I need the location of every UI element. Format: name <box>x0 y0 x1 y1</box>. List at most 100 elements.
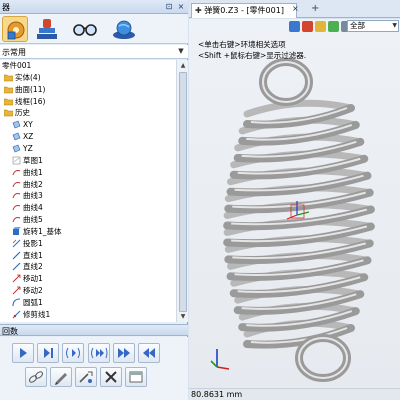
pin-icon: ✚ <box>195 6 202 15</box>
scroll-thumb[interactable] <box>179 72 187 312</box>
tree-item[interactable]: 曲线1 <box>0 167 176 178</box>
paint-icon[interactable] <box>315 21 326 32</box>
delete-button[interactable] <box>100 367 122 387</box>
tree-item-label: 曲线4 <box>23 203 43 213</box>
tree-item[interactable]: 直线2 <box>0 261 176 272</box>
tree-item[interactable]: YZ <box>0 143 176 154</box>
tree-item-label: 移动1 <box>23 274 43 284</box>
replay-icon <box>66 347 80 359</box>
tree-item[interactable]: 实体(4) <box>0 72 176 83</box>
curve-icon <box>12 191 21 200</box>
folder-icon <box>3 85 14 94</box>
tree-item[interactable]: 草图1 <box>0 155 176 166</box>
replay-button[interactable] <box>62 343 84 363</box>
tree-item-label: 实体(4) <box>15 72 41 82</box>
scroll-up-icon[interactable]: ▲ <box>178 61 188 70</box>
edit-button[interactable] <box>50 367 72 387</box>
3d-viewport[interactable]: 全部 ▼ <单击右键>环境相关选项 <Shift +鼠标右键>显示过滤器. 80… <box>189 19 400 400</box>
chevron-down-icon[interactable]: ▼ <box>176 46 186 57</box>
tree-item-label: 草图1 <box>23 155 43 165</box>
globe-icon <box>113 20 135 39</box>
tree-item[interactable]: 直线1 <box>0 250 176 261</box>
tree-item-label: 线框(16) <box>15 96 46 106</box>
tree-item-label: 直线1 <box>23 250 43 260</box>
tree-item-label: 曲线2 <box>23 179 43 189</box>
tree-item-label: 投影1 <box>23 238 43 248</box>
line-icon <box>12 251 21 260</box>
filter-value: 示常用 <box>2 48 26 57</box>
center-axis-y <box>296 211 310 216</box>
chevron-down-icon: ▼ <box>392 22 397 29</box>
tab-globe[interactable] <box>111 16 137 42</box>
folder-icon <box>3 97 14 106</box>
tab-document[interactable]: ✚ 弹簧0.Z3 - [零件001] <box>191 3 297 18</box>
curve-icon <box>12 203 21 212</box>
tree-item[interactable]: 移动2 <box>0 285 176 296</box>
line-icon <box>12 262 21 271</box>
tree-item[interactable]: 移动1 <box>0 273 176 284</box>
projection-icon <box>12 239 21 248</box>
tree-item[interactable]: 线框(16) <box>0 96 176 107</box>
revolve-icon <box>12 226 21 236</box>
parameter-label: 回数 <box>2 327 18 336</box>
view-triad-y <box>210 360 218 368</box>
tab-manager[interactable] <box>2 16 28 42</box>
tree-item[interactable]: XZ <box>0 131 176 142</box>
display-filter-select[interactable]: 示常用 ▼ <box>0 45 188 59</box>
scroll-down-icon[interactable]: ▼ <box>178 312 188 321</box>
play-button[interactable] <box>12 343 34 363</box>
cube-gear-icon <box>7 21 25 40</box>
tree-item[interactable]: 曲面(11) <box>0 84 176 95</box>
parameter-panel <box>0 337 188 400</box>
manager-panel: 器 ⊡ × 示常用 ▼ 零件001 实体(4) 曲面(11) 线框(16) 历史… <box>0 0 188 400</box>
tree-item[interactable]: 修剪线1 <box>0 309 176 320</box>
panel-button[interactable] <box>125 367 147 387</box>
manager-tabs <box>0 14 188 44</box>
tree-item-label: 曲线3 <box>23 191 43 201</box>
cube-icon[interactable] <box>328 21 339 32</box>
tree-scrollbar[interactable]: ▲ ▼ <box>176 60 188 322</box>
play-icon <box>20 348 27 358</box>
insert-button[interactable] <box>75 367 97 387</box>
tree-item-label: 移动2 <box>23 286 43 296</box>
chain-button[interactable] <box>25 367 47 387</box>
tree-item[interactable]: 曲线2 <box>0 179 176 190</box>
spring-model[interactable] <box>189 19 400 400</box>
folder-icon <box>3 108 14 117</box>
tree-item[interactable]: 曲线3 <box>0 190 176 201</box>
tree-item[interactable]: 零件001 <box>0 60 176 71</box>
move-icon <box>12 286 21 295</box>
tree-item[interactable]: 曲线4 <box>0 202 176 213</box>
step-forward-icon <box>44 348 53 358</box>
glasses-icon <box>73 24 97 36</box>
coordinate-readout: 80.8631 mm <box>189 388 400 400</box>
tab-view[interactable] <box>72 16 98 42</box>
tree-item[interactable]: XY <box>0 119 176 130</box>
fast-forward-button[interactable] <box>113 343 135 363</box>
tree-item[interactable]: 圆弧1 <box>0 297 176 308</box>
tab-stamp[interactable] <box>34 16 60 42</box>
pin-button[interactable]: ⊡ <box>164 2 174 12</box>
tree-item-label: 旋转1_基体 <box>23 226 62 236</box>
tree-item-label: 曲线5 <box>23 215 43 225</box>
replay-all-button[interactable] <box>88 343 110 363</box>
panel-icon <box>129 371 143 383</box>
brush-icon[interactable] <box>302 21 313 32</box>
pencil-icon <box>55 373 67 385</box>
history-tree: 零件001 实体(4) 曲面(11) 线框(16) 历史 XY XZ YZ 草图1 曲线1 曲线2 曲… <box>0 60 176 322</box>
selection-filter-select[interactable]: 全部 ▼ <box>347 20 399 32</box>
chain-icon <box>29 371 43 383</box>
filter-icon[interactable] <box>289 21 300 32</box>
tree-item[interactable]: 历史 <box>0 107 176 118</box>
close-panel-button[interactable]: × <box>176 2 186 12</box>
tree-item[interactable]: 投影1 <box>0 238 176 249</box>
rewind-button[interactable] <box>138 343 160 363</box>
fast-forward-icon <box>118 348 130 358</box>
new-tab-button[interactable]: + <box>311 3 319 15</box>
tree-item[interactable]: 曲线5 <box>0 214 176 225</box>
step-forward-button[interactable] <box>37 343 59 363</box>
tree-item-label: 曲面(11) <box>15 84 46 94</box>
tree-item[interactable]: 旋转1_基体 <box>0 226 176 237</box>
close-document-button[interactable]: × <box>292 4 299 13</box>
hint-right-click: <单击右键>环境相关选项 <box>198 40 286 49</box>
